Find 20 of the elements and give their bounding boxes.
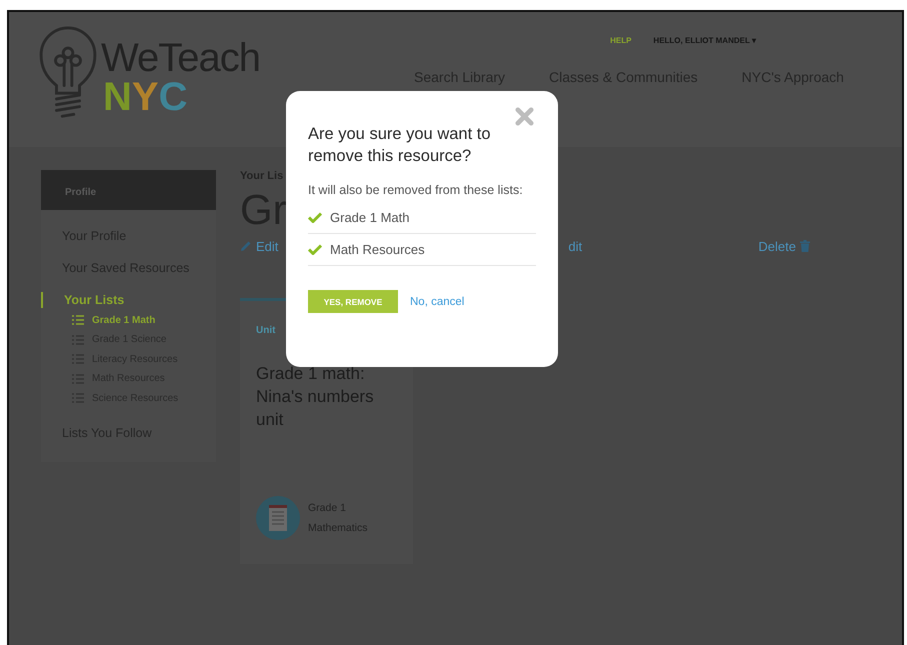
edit-link[interactable]: Edit <box>240 238 278 254</box>
delete-link[interactable]: Delete <box>758 238 810 254</box>
dialog-message: It will also be removed from these lists: <box>308 182 523 199</box>
edit-link[interactable]: dit <box>568 238 582 254</box>
pencil-icon <box>240 240 252 252</box>
dialog-title: Are you sure you want to remove this resource? <box>308 124 492 167</box>
list-name: Grade 1 Math <box>330 210 410 225</box>
help-link[interactable]: HELP <box>610 36 632 45</box>
list-icon <box>72 315 84 326</box>
cancel-link[interactable]: No, cancel <box>410 296 464 308</box>
document-icon <box>256 496 300 540</box>
trash-icon <box>800 240 810 252</box>
list-name: Math Resources <box>330 242 425 257</box>
check-icon <box>308 212 322 223</box>
check-icon <box>308 244 322 255</box>
close-icon[interactable] <box>515 107 534 126</box>
list-item[interactable]: Grade 1 Math <box>72 312 216 328</box>
sidebar-item[interactable]: Your Lists <box>41 292 216 308</box>
yes-remove-button[interactable]: YES, REMOVE <box>308 290 398 313</box>
resource-type: Unit <box>256 325 276 336</box>
